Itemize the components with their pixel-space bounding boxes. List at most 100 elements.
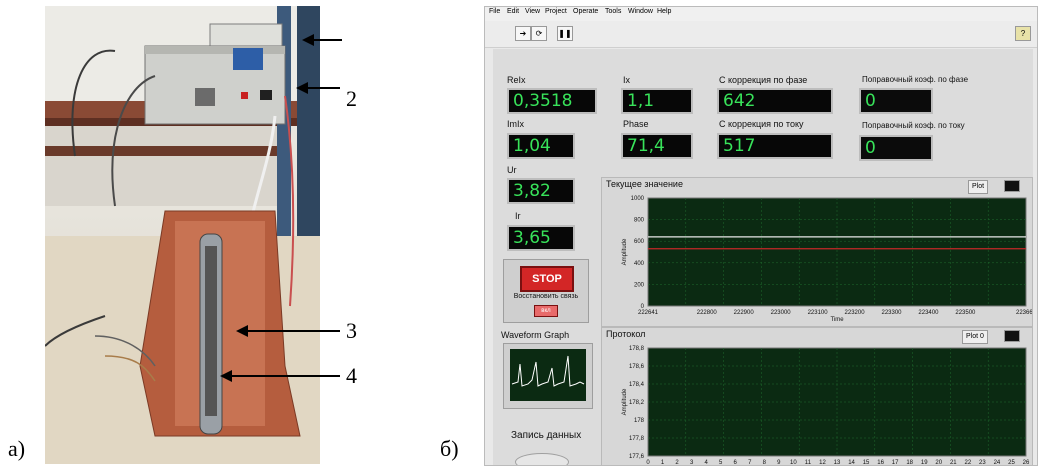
x-tick-label: 14 — [848, 460, 855, 466]
coef-current-label: Поправочный коэф. по току — [862, 121, 965, 130]
callout-3-line — [246, 330, 340, 332]
figure-label-b: б) — [440, 436, 459, 461]
x-tick-label: 6 — [734, 460, 738, 466]
imlx-display: 1,04 — [507, 133, 575, 159]
x-tick-label: 222900 — [734, 310, 755, 316]
x-tick-label: 222641 — [638, 310, 659, 316]
callout-1-line — [312, 39, 342, 41]
x-tick-label: 0 — [646, 460, 650, 466]
ix-display: 1,1 — [621, 88, 693, 114]
menu-file[interactable]: File — [489, 8, 500, 15]
x-tick-label: 3 — [690, 460, 694, 466]
x-tick-label: 23 — [979, 460, 986, 466]
callout-3-label: 3 — [346, 318, 357, 343]
waveform-graph-label: Waveform Graph — [501, 330, 570, 340]
x-tick-label: 4 — [704, 460, 708, 466]
callout-2-line — [306, 87, 340, 89]
toolbar: ➔ ⟳ ❚❚ ? — [485, 21, 1037, 48]
record-data-switch[interactable] — [515, 453, 569, 465]
x-tick-label: 10 — [790, 460, 797, 466]
x-tick-label: 26 — [1023, 460, 1030, 466]
current-value-chart-title: Текущее значение — [606, 179, 683, 189]
menu-edit[interactable]: Edit — [507, 8, 519, 15]
run-continuously-icon[interactable]: ⟳ — [531, 26, 547, 41]
x-tick-label: 12 — [819, 460, 826, 466]
front-panel: ReIx 0,3518 ImIx 1,04 Ur 3,82 Ir 3,65 Ix… — [493, 49, 1033, 465]
y-tick-label: 178,6 — [629, 364, 645, 370]
x-tick-label: 17 — [892, 460, 899, 466]
corr-phase-label: С коррекция по фазе — [719, 75, 808, 85]
coef-phase-label: Поправочный коэф. по фазе — [862, 75, 969, 84]
x-tick-label: 15 — [863, 460, 870, 466]
x-tick-label: 13 — [834, 460, 841, 466]
x-tick-label: 11 — [805, 460, 812, 466]
pause-icon[interactable]: ❚❚ — [557, 26, 573, 41]
x-tick-label: 21 — [950, 460, 957, 466]
x-tick-label: 7 — [748, 460, 752, 466]
ur-label: Ur — [507, 165, 517, 175]
stop-button[interactable]: STOP — [520, 266, 574, 292]
x-tick-label: 9 — [777, 460, 781, 466]
restore-connection-toggle[interactable]: вкл — [534, 305, 558, 317]
x-tick-label: 2 — [675, 460, 679, 466]
waveform-graph-icon — [503, 343, 593, 409]
protocol-chart: Протокол Plot 0 177,6 177,8 178 178,2 178,4 1… — [601, 327, 1033, 466]
coef-phase-control[interactable]: 0 — [859, 88, 933, 114]
x-tick-label: 20 — [935, 460, 942, 466]
y-tick-label: 178 — [634, 418, 645, 424]
restore-connection-label: Восстановить связь — [513, 293, 579, 300]
x-tick-label: 16 — [877, 460, 884, 466]
current-value-chart: Текущее значение Plot 0 200 400 600 800 1000 2… — [601, 177, 1033, 327]
x-tick-label: 8 — [763, 460, 767, 466]
x-tick-label: 24 — [994, 460, 1001, 466]
corr-phase-display: 642 — [717, 88, 833, 114]
menu-help[interactable]: Help — [657, 8, 671, 15]
coef-current-control[interactable]: 0 — [859, 135, 933, 161]
x-tick-label: 1 — [661, 460, 665, 466]
labview-window: File Edit View Project Operate Tools Win… — [484, 6, 1038, 466]
y-tick-label: 600 — [634, 239, 645, 245]
y-axis-label: Amplitude — [622, 388, 628, 415]
current-value-legend-swatch — [1004, 180, 1020, 192]
protocol-plot: 177,6177,8178178,2178,4178,6178,80 1 2 3 4 5 6… — [622, 346, 1030, 466]
menu-window[interactable]: Window — [628, 8, 653, 15]
relx-display: 0,3518 — [507, 88, 597, 114]
callout-2-label: 2 — [346, 86, 357, 111]
x-tick-label: 223300 — [881, 310, 902, 316]
relx-label: ReIx — [507, 75, 526, 85]
x-tick-label: 223100 — [808, 310, 829, 316]
protocol-chart-title: Протокол — [606, 329, 646, 339]
y-tick-label: 177,8 — [629, 436, 645, 442]
menu-tools[interactable]: Tools — [605, 8, 621, 15]
figure-label-a: а) — [8, 436, 26, 461]
context-help-icon[interactable]: ? — [1015, 26, 1031, 41]
x-tick-label: 19 — [921, 460, 928, 466]
callout-4-label: 4 — [346, 363, 357, 388]
y-tick-label: 400 — [634, 261, 645, 267]
y-tick-label: 178,2 — [629, 400, 645, 406]
protocol-legend-swatch — [1004, 330, 1020, 342]
callout-4-line — [230, 375, 340, 377]
y-tick-label: 178,4 — [629, 382, 645, 388]
x-axis-label: Time — [830, 317, 844, 323]
corr-current-label: С коррекция по току — [719, 119, 804, 129]
corr-current-display: 517 — [717, 133, 833, 159]
x-tick-label: 223400 — [918, 310, 939, 316]
x-tick-label: 222800 — [697, 310, 718, 316]
ix-label: Ix — [623, 75, 631, 85]
y-axis-label: Amplitude — [622, 238, 628, 265]
menu-bar: File Edit View Project Operate Tools Win… — [485, 7, 1037, 21]
stop-group: STOP Восстановить связь вкл — [503, 259, 589, 323]
phase-label: Phase — [623, 119, 649, 129]
run-arrow-icon[interactable]: ➔ — [515, 26, 531, 41]
y-tick-label: 1000 — [631, 196, 645, 202]
menu-view[interactable]: View — [525, 8, 540, 15]
x-tick-label: 25 — [1008, 460, 1015, 466]
setup-photo — [45, 6, 320, 464]
y-tick-label: 178,8 — [629, 346, 645, 352]
menu-project[interactable]: Project — [545, 8, 567, 15]
waveform-graph-preview — [510, 349, 586, 401]
menu-operate[interactable]: Operate — [573, 8, 598, 15]
imlx-label: ImIx — [507, 119, 524, 129]
setup-photo-illustration — [45, 6, 320, 464]
